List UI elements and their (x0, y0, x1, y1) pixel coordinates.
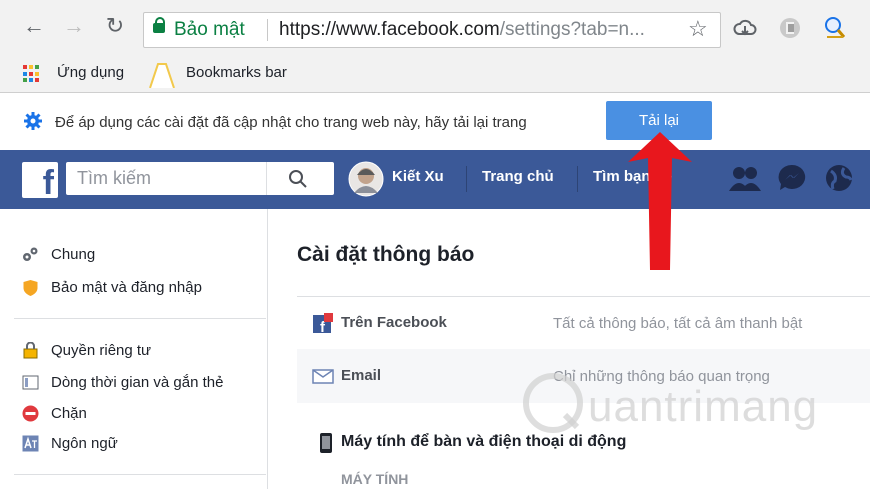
search-divider (266, 162, 267, 195)
language-icon (22, 435, 39, 451)
settings-gear-icon (24, 112, 42, 130)
sidebar-item-label: Quyền riêng tư (51, 341, 152, 359)
folder-tab-icon (149, 63, 175, 88)
notifications-globe-icon[interactable] (824, 163, 854, 193)
messenger-icon[interactable] (777, 163, 807, 193)
sidebar-item-blocking[interactable]: Chặn (22, 402, 87, 424)
nav-separator (577, 166, 578, 192)
timeline-icon (22, 375, 39, 389)
sidebar-item-label: Bảo mật và đăng nhập (51, 278, 202, 296)
url-domain: https://www.facebook.com (279, 19, 500, 40)
friend-requests-icon[interactable] (728, 164, 762, 192)
padlock-icon (23, 341, 38, 358)
extension-icon[interactable] (778, 16, 802, 40)
reload-icon[interactable]: ↻ (103, 14, 127, 38)
nav-separator (466, 166, 467, 192)
forward-icon[interactable]: → (62, 14, 86, 38)
profile-link[interactable]: Kiết Xu (392, 168, 444, 185)
sidebar-item-label: Dòng thời gian và gắn thẻ (51, 373, 224, 391)
email-icon (312, 369, 334, 384)
subsection-title: MÁY TÍNH (341, 471, 409, 487)
phone-icon (320, 433, 332, 453)
back-icon[interactable]: ← (22, 14, 46, 38)
block-icon (22, 405, 39, 421)
badge-icon (23, 279, 38, 296)
bookmarks-bar-label[interactable]: Bookmarks bar (186, 64, 287, 81)
sidebar-item-security[interactable]: Bảo mật và đăng nhập (22, 276, 202, 298)
bookmarks-bar (0, 58, 870, 93)
row-value: Tất cả thông báo, tất cả âm thanh bật (553, 315, 803, 332)
url-text[interactable]: https://www.facebook.com/settings?tab=n.… (279, 19, 645, 41)
sidebar-item-language[interactable]: Ngôn ngữ (22, 432, 118, 454)
cloud-download-icon[interactable] (733, 17, 757, 39)
watermark-text: uantrimang (588, 382, 819, 431)
search-placeholder: Tìm kiếm (77, 168, 151, 188)
apps-grid-icon[interactable] (23, 65, 41, 83)
security-label: Bảo mật (174, 19, 245, 40)
facebook-search-box[interactable]: Tìm kiếm (66, 162, 334, 195)
address-bar[interactable]: Bảo mật https://www.facebook.com/setting… (143, 12, 721, 48)
address-separator (267, 19, 268, 41)
home-link[interactable]: Trang chủ (482, 168, 554, 185)
bookmark-apps[interactable]: Ứng dụng (57, 64, 124, 81)
row-label: Email (341, 367, 382, 384)
sidebar-divider (14, 474, 266, 475)
watermark-logo-icon (523, 373, 583, 433)
facebook-logo-icon[interactable]: f (22, 162, 58, 198)
search-icon[interactable] (288, 169, 308, 189)
sidebar-item-general[interactable]: Chung (22, 243, 95, 265)
page-title: Cài đặt thông báo (297, 243, 475, 266)
settings-row-facebook[interactable]: f Trên Facebook Tất cả thông báo, tất cả… (297, 297, 870, 349)
row-label: Trên Facebook (341, 314, 447, 331)
infobar-message: Để áp dụng các cài đặt đã cập nhật cho t… (55, 114, 527, 131)
gears-icon (23, 247, 38, 261)
sidebar-item-timeline[interactable]: Dòng thời gian và gắn thẻ (22, 371, 223, 393)
sidebar-item-privacy[interactable]: Quyền riêng tư (22, 339, 151, 361)
magnifier-extension-icon[interactable] (823, 15, 847, 41)
bookmark-star-icon[interactable]: ☆ (688, 16, 708, 42)
facebook-notification-icon: f (313, 313, 333, 333)
sidebar-border (267, 209, 268, 489)
user-avatar[interactable] (348, 161, 384, 197)
lock-icon (153, 17, 165, 33)
sidebar-item-label: Ngôn ngữ (51, 434, 118, 452)
url-path: /settings?tab=n... (499, 19, 645, 40)
sidebar-item-label: Chung (51, 245, 96, 263)
red-arrow-annotation (628, 132, 692, 270)
sidebar-item-label: Chặn (51, 404, 87, 422)
sidebar-divider (14, 318, 266, 319)
